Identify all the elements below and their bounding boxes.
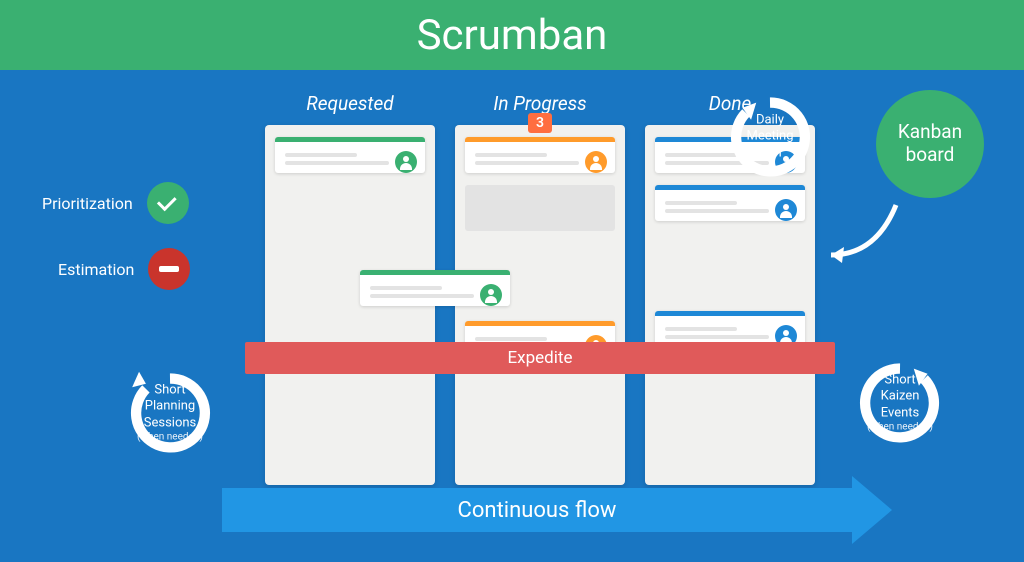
avatar-icon <box>395 151 417 173</box>
cycle-line: Meeting <box>725 129 815 145</box>
kanban-board-label: Kanban board <box>876 90 984 198</box>
planning-cycle: Short Planning Sessions (when needed) <box>120 370 220 456</box>
task-card <box>655 185 805 221</box>
column-title: In Progress <box>493 92 586 115</box>
task-card <box>275 137 425 173</box>
cycle-line: Kaizen <box>855 389 945 405</box>
expedite-lane: Expedite <box>245 342 835 374</box>
minus-icon <box>148 248 190 290</box>
kaizen-cycle: Short Kaizen Events (when needed) <box>850 360 950 446</box>
column-title: Requested <box>306 92 393 115</box>
expedite-label: Expedite <box>508 348 573 368</box>
continuous-flow-arrow: Continuous flow <box>222 488 892 532</box>
curved-arrow-icon <box>816 200 906 270</box>
cycle-line: Short <box>855 372 945 388</box>
floating-task-card <box>360 270 510 306</box>
task-card <box>465 137 615 173</box>
estimation-label: Estimation <box>58 260 134 279</box>
page-title: Scrumban <box>417 11 608 60</box>
prioritization-row: Prioritization <box>42 182 189 224</box>
title-bar: Scrumban <box>0 0 1024 70</box>
cycle-line: 24H <box>725 145 815 161</box>
kanban-line: board <box>898 144 962 167</box>
estimation-row: Estimation <box>58 248 190 290</box>
diagram-canvas: Prioritization Estimation Requested In P… <box>0 70 1024 562</box>
cycle-sub: (when needed) <box>125 431 215 444</box>
wip-limit-badge: 3 <box>528 113 552 133</box>
avatar-icon <box>480 284 502 306</box>
cycle-line: Sessions <box>125 415 215 431</box>
cycle-sub: (when needed) <box>855 421 945 434</box>
cycle-line: Daily <box>725 113 815 129</box>
avatar-icon <box>775 199 797 221</box>
daily-meeting-cycle: Daily Meeting 24H <box>720 94 820 180</box>
cycle-line: Events <box>855 405 945 421</box>
kanban-line: Kanban <box>898 121 962 144</box>
avatar-icon <box>585 151 607 173</box>
cycle-line: Short <box>125 382 215 398</box>
flow-label: Continuous flow <box>458 498 617 523</box>
card-placeholder <box>465 185 615 231</box>
check-icon <box>147 182 189 224</box>
cycle-line: Planning <box>125 399 215 415</box>
prioritization-label: Prioritization <box>42 194 133 213</box>
